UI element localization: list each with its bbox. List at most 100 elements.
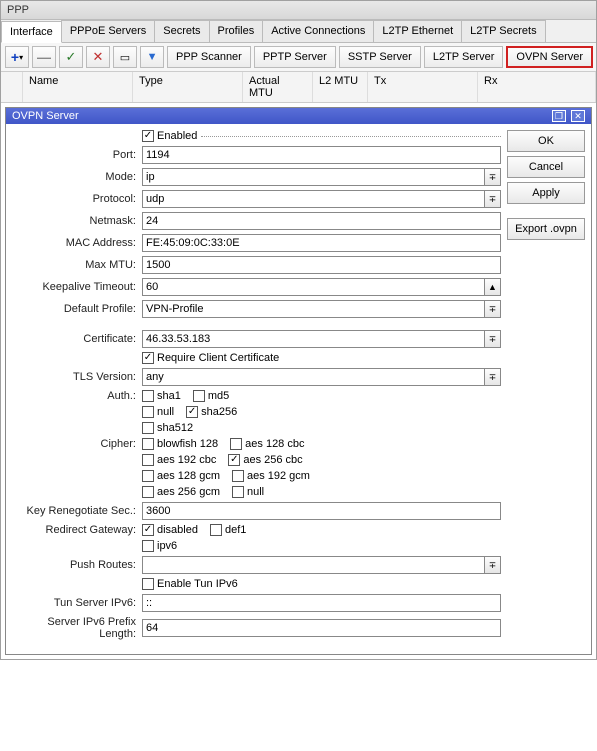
maxmtu-label: Max MTU: xyxy=(12,259,142,271)
dialog-window-controls: ❐ ✕ xyxy=(550,110,585,122)
certificate-dropdown-icon[interactable]: ∓ xyxy=(485,330,501,348)
auth-sha512[interactable]: sha512 xyxy=(142,422,193,434)
toolbar: +▾ — ✓ ✕ ▭ ▼ PPP Scanner PPTP Server SST… xyxy=(1,43,596,72)
enable-tun-ipv6-checkbox[interactable]: Enable Tun IPv6 xyxy=(142,578,238,590)
cipher-aes128gcm[interactable]: aes 128 gcm xyxy=(142,470,220,482)
ovpn-server-dialog: OVPN Server ❐ ✕ Enabled Port: Mode: ∓ Pr… xyxy=(5,107,592,655)
cipher-aes192gcm[interactable]: aes 192 gcm xyxy=(232,470,310,482)
col-rx[interactable]: Rx xyxy=(478,72,596,102)
enable-tun-label: Enable Tun IPv6 xyxy=(157,578,238,590)
tab-profiles[interactable]: Profiles xyxy=(209,20,264,42)
window-restore-icon[interactable]: ❐ xyxy=(552,110,566,122)
auth-sha256[interactable]: sha256 xyxy=(186,406,237,418)
tab-pppoe-servers[interactable]: PPPoE Servers xyxy=(61,20,155,42)
remove-button[interactable]: — xyxy=(32,46,56,68)
enabled-label: Enabled xyxy=(157,130,197,142)
keyreneg-label: Key Renegotiate Sec.: xyxy=(12,505,142,517)
pushroutes-expand-icon[interactable]: ∓ xyxy=(485,556,501,574)
ppp-scanner-button[interactable]: PPP Scanner xyxy=(167,46,251,68)
ok-button[interactable]: OK xyxy=(507,130,585,152)
maxmtu-input[interactable] xyxy=(142,256,501,274)
cipher-aes192cbc[interactable]: aes 192 cbc xyxy=(142,454,216,466)
certificate-select[interactable] xyxy=(142,330,485,348)
auth-sha1[interactable]: sha1 xyxy=(142,390,181,402)
pushroutes-label: Push Routes: xyxy=(12,559,142,571)
pushroutes-input[interactable] xyxy=(142,556,485,574)
titlebar: PPP xyxy=(1,1,596,20)
cipher-aes256cbc[interactable]: aes 256 cbc xyxy=(228,454,302,466)
funnel-icon: ▼ xyxy=(147,51,158,63)
auth-label: Auth.: xyxy=(12,390,142,402)
cipher-null[interactable]: null xyxy=(232,486,264,498)
mac-input[interactable] xyxy=(142,234,501,252)
tls-label: TLS Version: xyxy=(12,371,142,383)
export-ovpn-button[interactable]: Export .ovpn xyxy=(507,218,585,240)
defprofile-select[interactable] xyxy=(142,300,485,318)
sstp-server-button[interactable]: SSTP Server xyxy=(339,46,421,68)
tab-l2tp-ethernet[interactable]: L2TP Ethernet xyxy=(373,20,462,42)
keepalive-toggle-icon[interactable]: ▲ xyxy=(485,278,501,296)
disable-button[interactable]: ✕ xyxy=(86,46,110,68)
cancel-button[interactable]: Cancel xyxy=(507,156,585,178)
col-name[interactable]: Name xyxy=(23,72,133,102)
redir-def1[interactable]: def1 xyxy=(210,524,246,536)
cipher-label: Cipher: xyxy=(12,438,142,450)
port-label: Port: xyxy=(12,149,142,161)
enable-button[interactable]: ✓ xyxy=(59,46,83,68)
enabled-checkbox[interactable]: Enabled xyxy=(142,130,197,142)
redir-label: Redirect Gateway: xyxy=(12,524,142,536)
list-header-blank xyxy=(1,72,23,102)
auth-md5[interactable]: md5 xyxy=(193,390,229,402)
prefixlen-label: Server IPv6 Prefix Length: xyxy=(12,616,142,640)
window-close-icon[interactable]: ✕ xyxy=(571,110,585,122)
cipher-blowfish[interactable]: blowfish 128 xyxy=(142,438,218,450)
apply-button[interactable]: Apply xyxy=(507,182,585,204)
protocol-dropdown-icon[interactable]: ∓ xyxy=(485,190,501,208)
mac-label: MAC Address: xyxy=(12,237,142,249)
tunserver-label: Tun Server IPv6: xyxy=(12,597,142,609)
col-tx[interactable]: Tx xyxy=(368,72,478,102)
tab-strip: Interface PPPoE Servers Secrets Profiles… xyxy=(1,20,596,43)
redir-ipv6[interactable]: ipv6 xyxy=(142,540,177,552)
tab-secrets[interactable]: Secrets xyxy=(154,20,209,42)
dialog-titlebar: OVPN Server ❐ ✕ xyxy=(6,108,591,124)
auth-null[interactable]: null xyxy=(142,406,174,418)
netmask-input[interactable] xyxy=(142,212,501,230)
tab-active-connections[interactable]: Active Connections xyxy=(262,20,374,42)
mode-dropdown-icon[interactable]: ∓ xyxy=(485,168,501,186)
cipher-aes256gcm[interactable]: aes 256 gcm xyxy=(142,486,220,498)
dialog-buttons: OK Cancel Apply Export .ovpn xyxy=(507,130,585,644)
col-actual-mtu[interactable]: Actual MTU xyxy=(243,72,313,102)
port-input[interactable] xyxy=(142,146,501,164)
defprofile-dropdown-icon[interactable]: ∓ xyxy=(485,300,501,318)
comment-icon: ▭ xyxy=(120,51,130,64)
require-client-cert-checkbox[interactable]: Require Client Certificate xyxy=(142,352,279,364)
col-l2mtu[interactable]: L2 MTU xyxy=(313,72,368,102)
tls-dropdown-icon[interactable]: ∓ xyxy=(485,368,501,386)
netmask-label: Netmask: xyxy=(12,215,142,227)
tls-select[interactable] xyxy=(142,368,485,386)
prefixlen-input[interactable] xyxy=(142,619,501,637)
ovpn-server-button[interactable]: OVPN Server xyxy=(506,46,593,68)
certificate-label: Certificate: xyxy=(12,333,142,345)
tunserver-input[interactable] xyxy=(142,594,501,612)
keepalive-input[interactable] xyxy=(142,278,485,296)
cipher-aes128cbc[interactable]: aes 128 cbc xyxy=(230,438,304,450)
comment-button[interactable]: ▭ xyxy=(113,46,137,68)
tab-interface[interactable]: Interface xyxy=(1,21,62,43)
tab-l2tp-secrets[interactable]: L2TP Secrets xyxy=(461,20,545,42)
protocol-label: Protocol: xyxy=(12,193,142,205)
redir-disabled[interactable]: disabled xyxy=(142,524,198,536)
l2tp-server-button[interactable]: L2TP Server xyxy=(424,46,504,68)
form-area: Enabled Port: Mode: ∓ Protocol: ∓ Netmas… xyxy=(12,130,501,644)
filter-button[interactable]: ▼ xyxy=(140,46,164,68)
dialog-title: OVPN Server xyxy=(12,110,79,122)
pptp-server-button[interactable]: PPTP Server xyxy=(254,46,336,68)
add-button[interactable]: +▾ xyxy=(5,46,29,68)
mode-select[interactable] xyxy=(142,168,485,186)
keyreneg-input[interactable] xyxy=(142,502,501,520)
ppp-window: PPP Interface PPPoE Servers Secrets Prof… xyxy=(0,0,597,660)
col-type[interactable]: Type xyxy=(133,72,243,102)
protocol-select[interactable] xyxy=(142,190,485,208)
require-client-cert-label: Require Client Certificate xyxy=(157,352,279,364)
